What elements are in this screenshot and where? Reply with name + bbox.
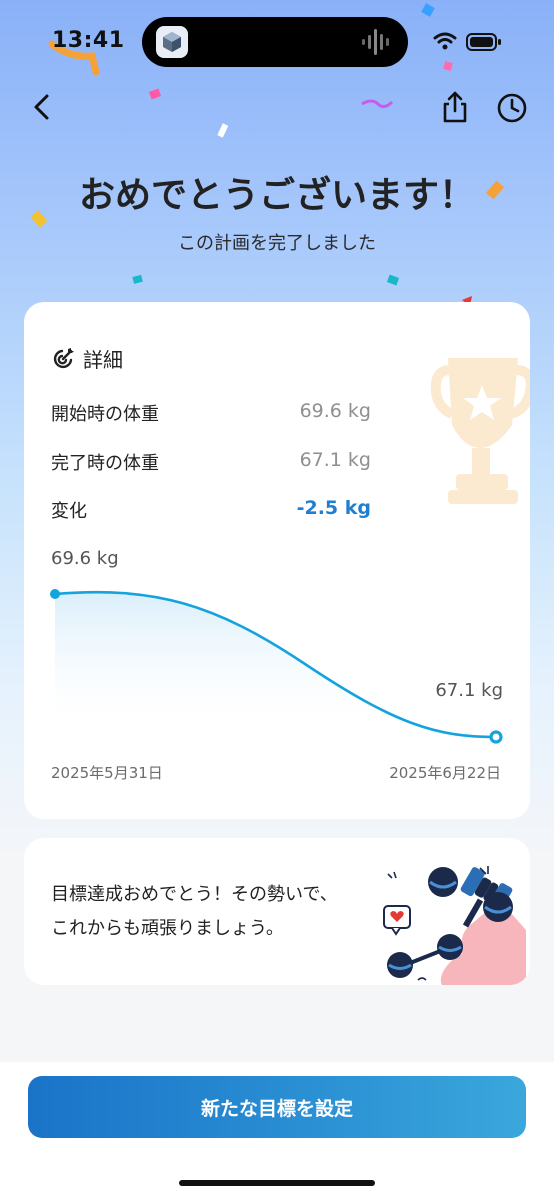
audio-waveform-icon: [362, 29, 389, 55]
status-time: 13:41: [52, 28, 125, 53]
chart-end-date: 2025年6月22日: [389, 764, 501, 782]
target-icon: [53, 347, 74, 368]
page-title: おめでとうございます！: [78, 175, 475, 216]
end-weight-label: 完了時の体重: [51, 453, 159, 474]
chart-start-point: [50, 589, 60, 599]
chart-start-date: 2025年5月31日: [51, 764, 163, 782]
status-bar: 13:41: [0, 0, 554, 80]
trophy-icon: [430, 358, 530, 504]
page-subtitle: この計画を完了しました: [178, 233, 376, 254]
share-button[interactable]: [440, 90, 470, 124]
change-label: 変化: [51, 501, 87, 522]
details-card: 詳細 開始時の体重 69.6 kg 完了時の体重 67.1 kg 変化 -2.5…: [24, 302, 530, 819]
start-weight-label: 開始時の体重: [51, 404, 159, 425]
back-button[interactable]: [28, 92, 58, 122]
chart-end-point: [489, 730, 503, 744]
dumbbell-icon: [383, 866, 526, 985]
set-new-goal-label: 新たな目標を設定: [200, 1097, 353, 1120]
set-new-goal-button[interactable]: 新たな目標を設定: [28, 1076, 526, 1138]
details-title: 詳細: [83, 348, 123, 372]
chart-start-value-label: 69.6 kg: [51, 548, 119, 569]
details-header: 詳細: [51, 344, 123, 373]
app-cube-icon: [156, 26, 188, 58]
wifi-icon: [433, 32, 457, 50]
encouragement-card: 目標達成おめでとう！その勢いで、これからも頑張りましょう。: [24, 838, 530, 985]
bottom-action-bar: 新たな目標を設定: [0, 1062, 554, 1200]
end-weight-value: 67.1 kg: [299, 449, 371, 471]
chart-area-fill: [55, 592, 496, 737]
dynamic-island: [142, 17, 408, 67]
history-button[interactable]: [496, 92, 528, 124]
battery-icon: [466, 33, 501, 51]
encouragement-message: 目標達成おめでとう！その勢いで、これからも頑張りましょう。: [51, 884, 338, 939]
start-weight-value: 69.6 kg: [299, 400, 371, 422]
home-indicator: [179, 1180, 375, 1186]
change-value: -2.5 kg: [296, 497, 371, 519]
chart-end-value-label: 67.1 kg: [435, 680, 503, 701]
